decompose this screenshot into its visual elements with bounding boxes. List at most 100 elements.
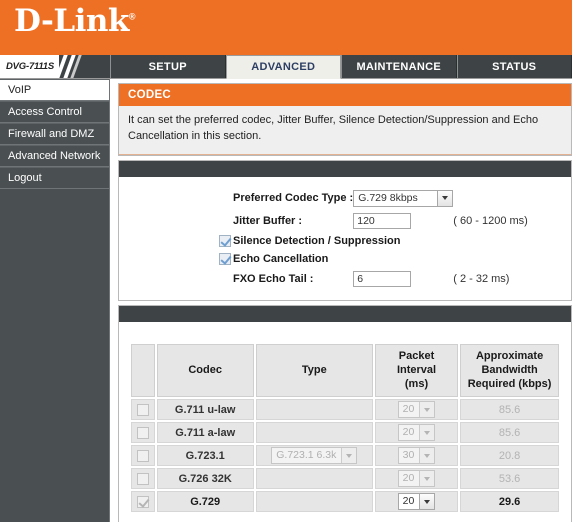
header-select <box>131 344 155 398</box>
settings-block: Preferred Codec Type : G.729 8kbps Jitte… <box>118 176 572 302</box>
panel-title: CODEC <box>119 84 571 106</box>
header-type: Type <box>255 344 373 398</box>
packet-interval-select[interactable]: 20 <box>397 424 436 442</box>
fxo-echo-tail-control-cell <box>353 268 453 290</box>
header-packet-interval: Packet Interval (ms) <box>374 344 459 398</box>
sidebar-item-access-control[interactable]: Access Control <box>0 101 109 123</box>
row-type-cell <box>255 491 373 513</box>
row-type-cell <box>255 422 373 444</box>
header-packet-interval-line2: (ms) <box>404 377 429 390</box>
dlink-logo-text: D-Link <box>14 3 129 39</box>
header-packet-interval-line1: Packet Interval <box>396 350 437 376</box>
registered-mark: ® <box>128 11 136 22</box>
silence-detection-checkbox[interactable] <box>219 234 231 247</box>
chevron-down-icon[interactable] <box>419 471 435 487</box>
form-row-fxo-echo-tail: FXO Echo Tail : ( 2 - 32 ms) <box>217 268 528 290</box>
packet-interval-value: 30 <box>402 449 415 462</box>
header-bandwidth: Approximate Bandwidth Required (kbps) <box>460 344 559 398</box>
row-select-cell <box>131 422 155 444</box>
spacer-cell <box>217 268 233 290</box>
sidebar-item-firewall-and-dmz[interactable]: Firewall and DMZ <box>0 123 109 145</box>
table-row: G.726 32K 20 53.6 <box>131 468 559 490</box>
tab-status[interactable]: STATUS <box>456 55 572 78</box>
jitter-buffer-label: Jitter Buffer : <box>233 214 303 227</box>
row-type-cell: G.723.1 6.3k <box>255 445 373 467</box>
row-type-cell <box>255 399 373 421</box>
tab-advanced[interactable]: ADVANCED <box>225 55 341 79</box>
sidebar-item-voip[interactable]: VoIP <box>0 79 109 101</box>
row-bandwidth: 85.6 <box>460 422 559 444</box>
row-packet-interval-cell: 30 <box>374 445 459 467</box>
row-packet-interval-cell: 20 <box>374 399 459 421</box>
silence-detection-label: Silence Detection / Suppression <box>233 234 401 247</box>
codec-table: Codec Type Packet Interval (ms) Approxim… <box>129 342 561 515</box>
packet-interval-select[interactable]: 30 <box>397 447 436 465</box>
row-codec-name: G.726 32K <box>156 468 254 490</box>
page-root: D-Link® DVG-7111S SETUP ADVANCED MAINTEN… <box>0 0 572 522</box>
codec-table-body: G.711 u-law 20 85.6 G.711 a-law 20 85.6 … <box>131 399 559 513</box>
packet-interval-select[interactable]: 20 <box>397 470 436 488</box>
brand-banner: D-Link® <box>0 0 572 55</box>
row-codec-name: G.729 <box>156 491 254 513</box>
codec-table-head: Codec Type Packet Interval (ms) Approxim… <box>131 344 559 398</box>
row-type-cell <box>255 468 373 490</box>
sidebar-menu: VoIP Access Control Firewall and DMZ Adv… <box>0 79 110 522</box>
dlink-logo: D-Link® <box>14 3 136 39</box>
nav-tabs: SETUP ADVANCED MAINTENANCE STATUS <box>110 55 572 79</box>
form-row-preferred-codec: Preferred Codec Type : G.729 8kbps <box>217 187 528 210</box>
row-checkbox[interactable] <box>136 403 149 416</box>
slash-decoration-icon <box>52 55 86 78</box>
echo-cancellation-checkbox[interactable] <box>219 253 231 266</box>
codec-table-header-row: Codec Type Packet Interval (ms) Approxim… <box>131 344 559 398</box>
packet-interval-select[interactable]: 20 <box>397 401 436 419</box>
packet-interval-value: 20 <box>402 403 415 416</box>
chevron-down-icon[interactable] <box>419 425 435 441</box>
panel-description: It can set the preferred codec, Jitter B… <box>119 106 571 155</box>
row-bandwidth: 29.6 <box>460 491 559 513</box>
chevron-down-icon[interactable] <box>419 448 435 464</box>
row-checkbox[interactable] <box>136 426 149 439</box>
row-select-cell <box>131 468 155 490</box>
packet-interval-value: 20 <box>402 495 415 508</box>
row-packet-interval-cell: 20 <box>374 422 459 444</box>
row-checkbox[interactable] <box>136 495 149 508</box>
silence-detection-checkbox-cell <box>217 232 233 250</box>
tab-maintenance[interactable]: MAINTENANCE <box>341 55 457 78</box>
settings-form: Preferred Codec Type : G.729 8kbps Jitte… <box>217 187 528 290</box>
settings-section-bar <box>118 159 572 177</box>
form-row-echo-cancellation: Echo Cancellation <box>217 250 528 268</box>
packet-interval-value: 20 <box>402 472 415 485</box>
chevron-down-icon[interactable] <box>341 448 357 464</box>
chevron-down-icon[interactable] <box>419 402 435 418</box>
header-codec: Codec <box>156 344 254 398</box>
sidebar-item-advanced-network[interactable]: Advanced Network <box>0 145 109 167</box>
codec-type-select[interactable]: G.723.1 6.3k <box>271 447 358 465</box>
row-bandwidth: 53.6 <box>460 468 559 490</box>
chevron-down-icon[interactable] <box>419 494 435 510</box>
model-badge: DVG-7111S <box>0 55 110 78</box>
echo-cancellation-checkbox-cell <box>217 250 233 268</box>
fxo-echo-tail-input[interactable] <box>353 271 412 288</box>
table-row: G.729 20 29.6 <box>131 491 559 513</box>
fxo-echo-tail-hint: ( 2 - 32 ms) <box>453 273 510 286</box>
echo-cancellation-label: Echo Cancellation <box>233 253 329 266</box>
packet-interval-select[interactable]: 20 <box>397 493 436 511</box>
tab-setup[interactable]: SETUP <box>110 55 226 78</box>
jitter-buffer-input[interactable] <box>353 212 412 229</box>
row-checkbox[interactable] <box>136 472 149 485</box>
table-row: G.711 u-law 20 85.6 <box>131 399 559 421</box>
fxo-echo-tail-label: FXO Echo Tail : <box>233 273 314 286</box>
row-checkbox[interactable] <box>136 449 149 462</box>
jitter-buffer-control-cell <box>353 210 453 232</box>
form-row-jitter-buffer: Jitter Buffer : ( 60 - 1200 ms) <box>217 210 528 232</box>
sidebar-item-logout[interactable]: Logout <box>0 167 109 189</box>
row-select-cell <box>131 445 155 467</box>
preferred-codec-select[interactable]: G.729 8kbps <box>353 189 454 207</box>
preferred-codec-label: Preferred Codec Type : <box>233 192 354 205</box>
row-select-cell <box>131 399 155 421</box>
row-codec-name: G.711 a-law <box>156 422 254 444</box>
chevron-down-icon[interactable] <box>437 190 453 206</box>
jitter-buffer-hint: ( 60 - 1200 ms) <box>453 214 528 227</box>
header-bandwidth-line3: Required (kbps) <box>467 377 552 390</box>
table-row: G.723.1 G.723.1 6.3k 30 20.8 <box>131 445 559 467</box>
